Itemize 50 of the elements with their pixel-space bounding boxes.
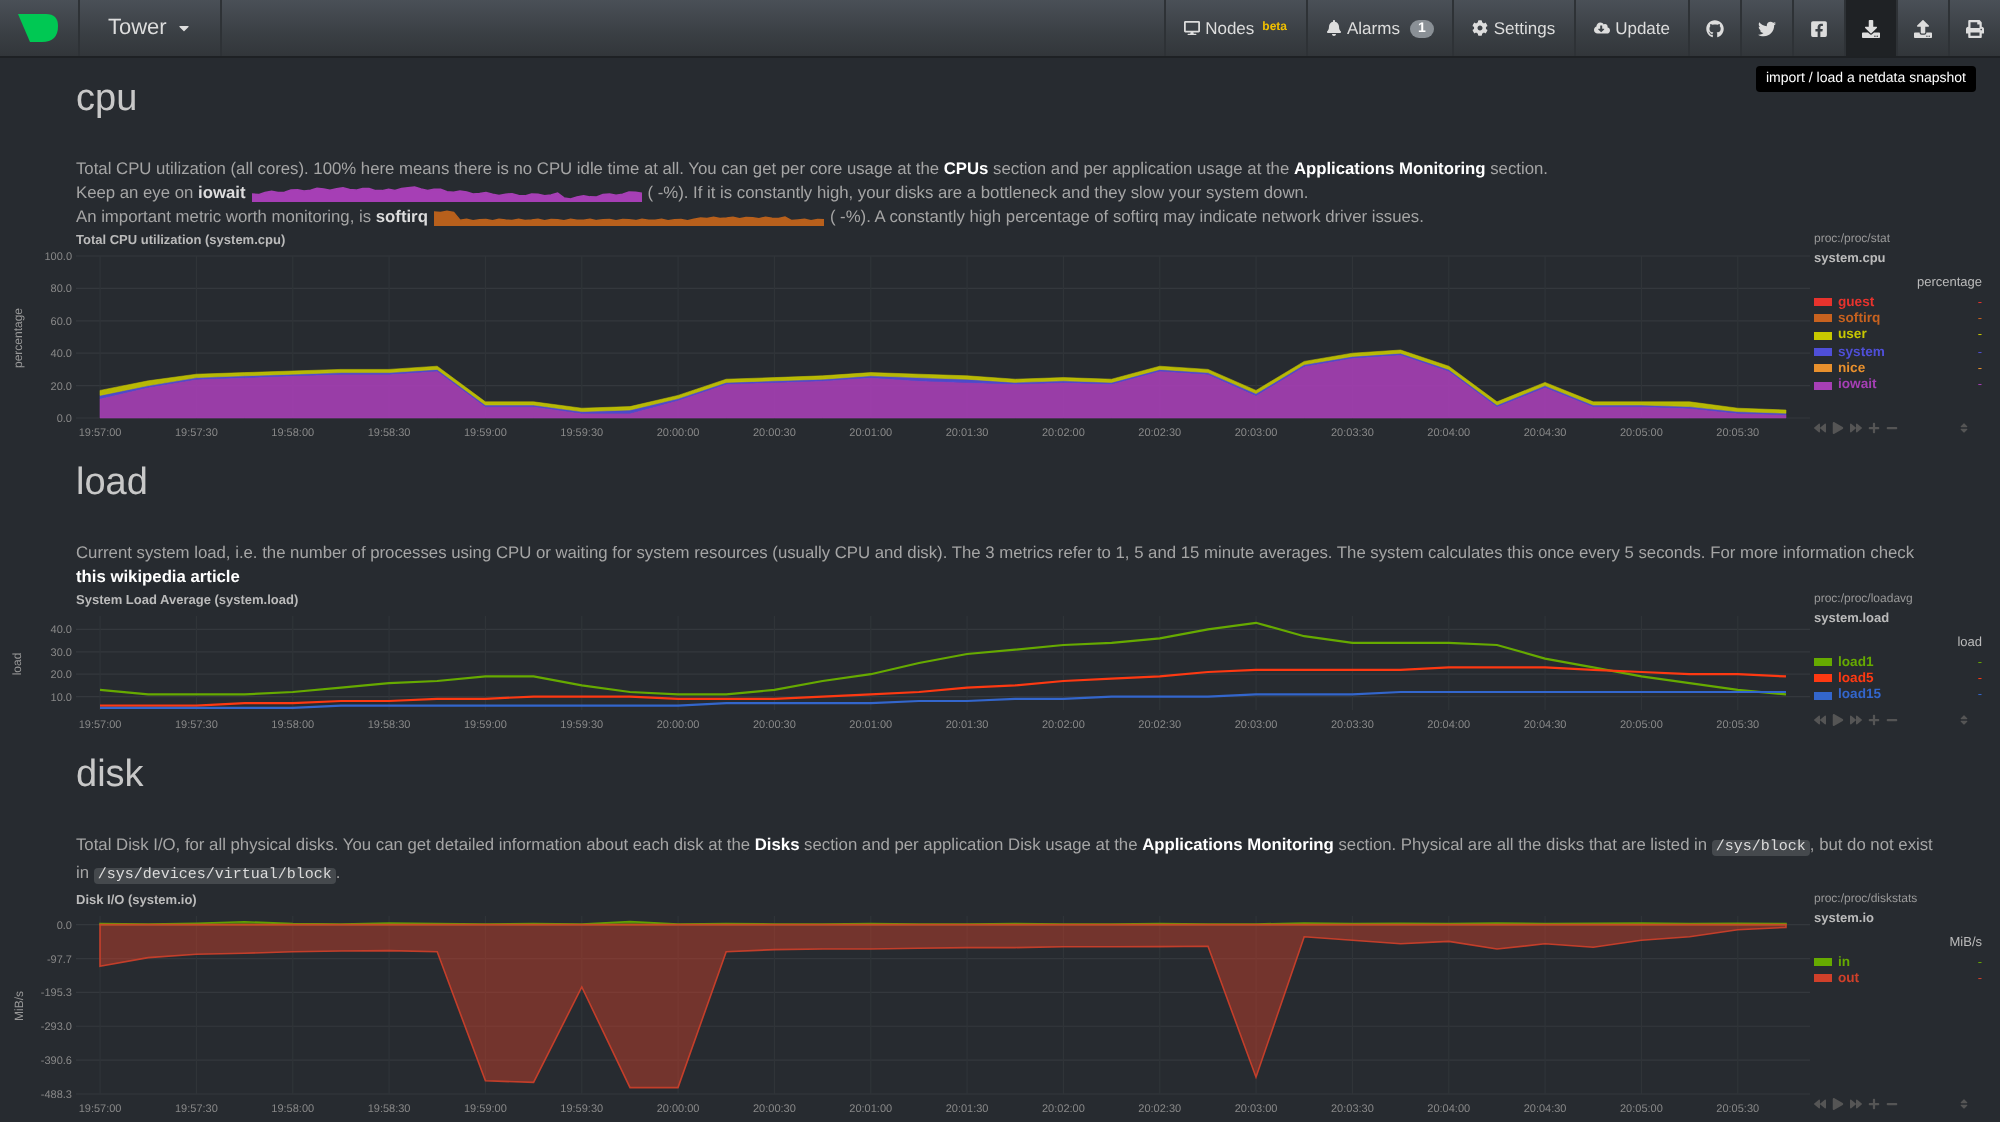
download-button[interactable] [1844,0,1896,56]
rewind-icon[interactable] [1814,1098,1826,1110]
description-text: ( -%). If it is constantly high, your disks are a bottleneck and they slow your system down. [647,180,1309,204]
rewind-icon[interactable] [1814,714,1826,726]
section-heading: cpu [76,78,138,122]
link[interactable]: this wikipedia article [76,566,240,586]
download-icon [1862,19,1880,37]
rewind-icon[interactable] [1814,422,1826,434]
github-icon [1706,19,1724,37]
fast-forward-icon[interactable] [1850,714,1862,726]
beta-label: beta [1262,22,1287,34]
upload-icon [1914,19,1932,37]
zoom-out-icon[interactable] [1886,422,1898,434]
fast-forward-icon[interactable] [1850,1098,1862,1110]
nav-button[interactable]: Settings [1451,0,1574,56]
print-icon [1966,19,1984,37]
cloud-download-icon [1593,20,1610,36]
zoom-out-icon[interactable] [1886,1098,1898,1110]
monitor-icon [1183,20,1200,36]
play-icon[interactable] [1832,422,1844,434]
twitter-icon [1758,19,1776,37]
section-heading: load [76,462,148,506]
zoom-out-icon[interactable] [1886,714,1898,726]
link[interactable]: Disks [754,834,800,854]
play-icon[interactable] [1832,714,1844,726]
caret-icon [176,20,193,36]
resize-handle-icon[interactable] [1958,1098,1970,1110]
link[interactable]: Applications Monitoring [1293,158,1486,178]
description-text: ( -%). A constantly high percentage of softirq may indicate network driver issues. [829,204,1424,228]
fast-forward-icon[interactable] [1850,422,1862,434]
facebook-icon [1810,19,1828,37]
description-text: Total CPU utilization (all cores). 100% here means there is no CPU idle time at all. You can get per core usage at the CPUs section and per application usage at the Applications Monitoring section. [76,156,1550,180]
zoom-in-icon[interactable] [1868,1098,1880,1110]
host-dropdown[interactable]: Tower [78,0,223,56]
zoom-in-icon[interactable] [1868,714,1880,726]
link[interactable]: CPUs [943,158,989,178]
nav-button[interactable]: Nodes $^{beta}$ [1163,0,1305,56]
section-heading: disk [76,754,144,798]
logo-icon[interactable] [16,12,60,44]
link[interactable]: Applications Monitoring [1142,834,1334,854]
play-icon[interactable] [1832,1098,1844,1110]
description-text: Current system load, i.e. the number of processes using CPU or waiting for system resources (usually CPU and disk). The 3 metrics refer to 1, 5 and 15 minute averages. The system calculates this once every 5 seconds. For more information check this wikipedia article [76,540,1917,588]
resize-handle-icon[interactable] [1958,714,1970,726]
bell-icon [1325,20,1341,36]
description-text: An important metric worth monitoring, is softirq [76,204,428,228]
gear-icon [1471,20,1488,36]
zoom-in-icon[interactable] [1868,422,1880,434]
resize-handle-icon[interactable] [1958,422,1970,434]
description-text: Keep an eye on iowait [76,180,246,204]
nav-button[interactable]: Update [1573,0,1688,56]
